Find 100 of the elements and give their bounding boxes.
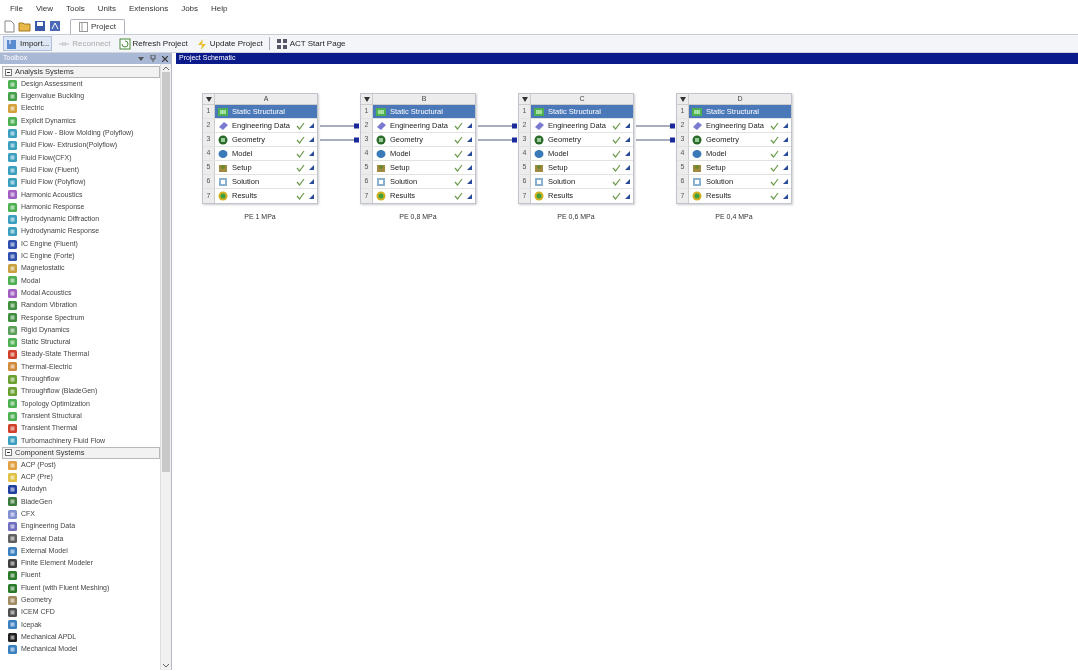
save-icon[interactable] (34, 20, 46, 32)
scroll-up-icon[interactable] (163, 66, 169, 70)
system-icon (8, 632, 17, 642)
results-icon (218, 191, 228, 201)
system-icon (8, 460, 17, 470)
corner-icon (783, 151, 788, 156)
book-icon (692, 120, 702, 131)
system-icon (8, 546, 17, 556)
scrollbar[interactable] (160, 64, 171, 670)
system-icon (8, 153, 17, 163)
system-icon (8, 534, 17, 544)
system-icon (8, 374, 17, 384)
corner-icon (625, 179, 630, 184)
corner-icon (309, 151, 314, 156)
toolbar-button[interactable]: Import... (3, 36, 53, 51)
collapse-icon[interactable] (5, 449, 12, 457)
toolbar-button[interactable]: Refresh Project (116, 36, 190, 51)
corner-icon (309, 179, 314, 184)
system-icon (8, 165, 17, 175)
system-icon (8, 497, 17, 507)
geometry-icon (218, 134, 228, 145)
system-icon (8, 178, 17, 187)
corner-icon (783, 193, 788, 199)
geometry-icon (534, 134, 544, 145)
menu-item[interactable]: Jobs (181, 3, 199, 15)
lightning-icon (195, 37, 208, 50)
scroll-down-icon[interactable] (163, 664, 169, 668)
system-icon (8, 264, 17, 274)
system-icon (8, 79, 17, 89)
system-icon (8, 313, 17, 323)
cube-icon (692, 148, 702, 159)
structural-icon (534, 106, 544, 117)
toolbar-button[interactable]: ACT Start Page (273, 36, 348, 51)
dropdown-icon[interactable] (363, 96, 370, 102)
corner-icon (625, 151, 630, 156)
corner-icon (309, 165, 314, 170)
system-icon (8, 325, 17, 335)
system-icon (8, 141, 17, 151)
system-icon (8, 595, 17, 605)
solution-icon (692, 176, 702, 187)
book-icon (534, 120, 544, 131)
system-icon (8, 522, 17, 532)
setup-icon (218, 162, 228, 173)
solution-icon (376, 176, 386, 187)
system-icon (8, 350, 17, 360)
menu-item[interactable]: Help (211, 3, 228, 15)
save-as-icon[interactable] (49, 20, 61, 32)
menu-item[interactable]: Units (97, 3, 116, 15)
system-icon (8, 387, 17, 397)
corner-icon (467, 123, 472, 128)
structural-icon (692, 106, 702, 117)
corner-icon (467, 137, 472, 142)
system-icon (8, 472, 17, 482)
corner-icon (467, 165, 472, 170)
pin-icon[interactable] (150, 55, 156, 62)
system-icon (8, 645, 17, 654)
scroll-thumb[interactable] (162, 72, 170, 472)
corner-icon (467, 151, 472, 156)
menu-item[interactable]: View (35, 3, 54, 15)
corner-icon (783, 179, 788, 184)
folder-icon[interactable] (18, 20, 31, 32)
solution-icon (218, 176, 228, 187)
system-icon (8, 251, 17, 261)
system-icon (8, 485, 17, 495)
system-icon (8, 227, 17, 237)
system-icon (8, 91, 17, 101)
tab[interactable]: Project (70, 19, 125, 34)
system-icon (8, 558, 17, 568)
geometry-icon (692, 134, 702, 145)
corner-icon (467, 179, 472, 184)
import-icon (6, 37, 18, 50)
close-icon[interactable] (162, 55, 168, 62)
menu-item[interactable]: File (10, 3, 23, 15)
menu-item[interactable]: Tools (66, 3, 85, 15)
system-icon (8, 509, 17, 519)
toolbar-button[interactable]: Update Project (193, 36, 265, 51)
grid-icon (275, 37, 288, 50)
menu-item[interactable]: Extensions (129, 3, 169, 15)
dropdown-icon[interactable] (679, 96, 686, 102)
system-icon (8, 104, 17, 114)
results-icon (376, 191, 386, 201)
geometry-icon (376, 134, 386, 145)
collapse-icon[interactable] (5, 68, 12, 76)
system-icon (8, 301, 17, 310)
corner-icon (625, 193, 630, 199)
system-icon (8, 436, 17, 446)
dropdown-icon[interactable] (521, 96, 528, 102)
dropdown-icon[interactable] (205, 96, 212, 102)
corner-icon (625, 165, 630, 170)
page-icon (79, 22, 88, 32)
corner-icon (625, 123, 630, 128)
corner-icon (783, 123, 788, 128)
system-icon (8, 608, 17, 618)
cube-icon (534, 148, 544, 159)
results-icon (534, 191, 544, 201)
cube-icon (218, 148, 228, 159)
corner-icon (467, 193, 472, 199)
corner-icon (783, 137, 788, 142)
system-icon (8, 116, 17, 126)
system-icon (8, 239, 17, 249)
